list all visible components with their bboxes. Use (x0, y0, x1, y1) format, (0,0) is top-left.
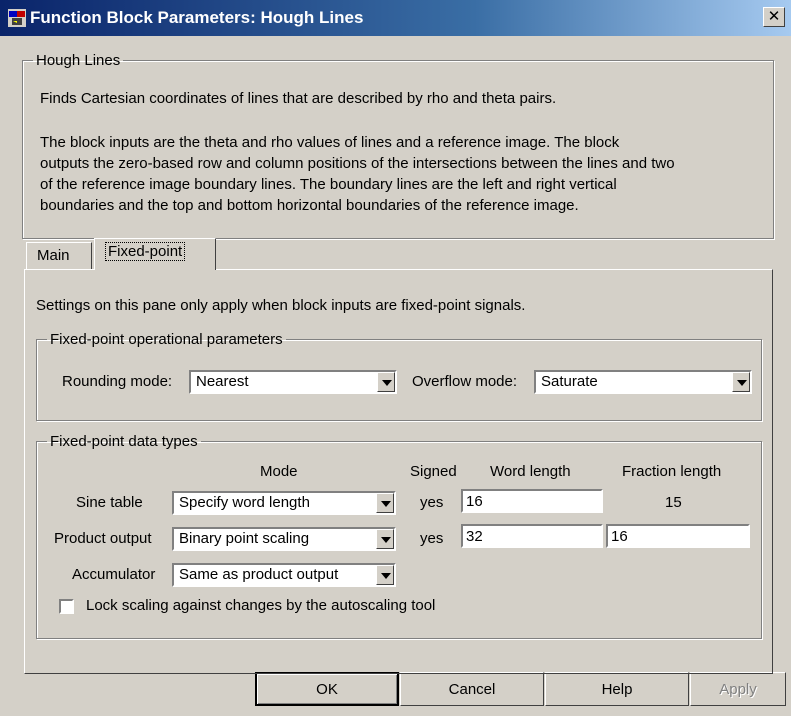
data-types-label: Fixed-point data types (50, 433, 198, 450)
sine-table-mode-value: Specify word length (179, 494, 310, 511)
sine-table-signed: yes (420, 494, 444, 511)
tab-fixed-point-label: Fixed-point (105, 242, 186, 261)
chevron-down-icon (377, 372, 395, 392)
chevron-down-icon (732, 372, 750, 392)
tab-main-label: Main (37, 247, 70, 264)
header-mode: Mode (260, 463, 298, 480)
close-button[interactable]: ✕ (763, 7, 785, 27)
lock-scaling-label: Lock scaling against changes by the auto… (86, 597, 436, 614)
description-line: The block inputs are the theta and rho v… (40, 134, 620, 151)
description-detail: The block inputs are the theta and rho v… (40, 132, 675, 216)
product-output-signed: yes (420, 530, 444, 547)
sine-table-word-length-input[interactable] (461, 489, 603, 513)
accumulator-mode-select[interactable]: Same as product output (172, 563, 396, 587)
accumulator-mode-value: Same as product output (179, 566, 339, 583)
rounding-mode-select[interactable]: Nearest (189, 370, 397, 394)
header-fraction-length: Fraction length (622, 463, 722, 480)
description-line: of the reference image boundary lines. T… (40, 176, 617, 193)
apply-button[interactable]: Apply (690, 672, 786, 706)
sine-table-fraction-length: 15 (665, 494, 682, 511)
sine-table-label: Sine table (76, 494, 143, 511)
chevron-down-icon (376, 565, 394, 585)
simulink-block-icon (8, 9, 26, 27)
description-line: boundaries and the top and bottom horizo… (40, 197, 579, 214)
ok-button[interactable]: OK (255, 672, 399, 706)
title-bar: Function Block Parameters: Hough Lines ✕ (0, 0, 791, 36)
fixed-point-note: Settings on this pane only apply when bl… (36, 297, 526, 314)
product-output-mode-value: Binary point scaling (179, 530, 310, 547)
tab-main[interactable]: Main (26, 242, 92, 270)
description-line: outputs the zero-based row and column po… (40, 155, 675, 172)
chevron-down-icon (376, 493, 394, 513)
accumulator-label: Accumulator (72, 566, 156, 583)
window-title: Function Block Parameters: Hough Lines (30, 8, 364, 27)
overflow-mode-label: Overflow mode: (412, 373, 518, 390)
description-group-label: Hough Lines (36, 52, 121, 69)
operational-parameters-label: Fixed-point operational parameters (50, 331, 283, 348)
cancel-button[interactable]: Cancel (400, 672, 544, 706)
description-summary: Finds Cartesian coordinates of lines tha… (40, 90, 557, 107)
close-icon: ✕ (767, 8, 781, 25)
tab-fixed-point[interactable]: Fixed-point (94, 238, 216, 270)
chevron-down-icon (376, 529, 394, 549)
header-signed: Signed (410, 463, 457, 480)
lock-scaling-checkbox[interactable] (59, 599, 74, 614)
overflow-mode-value: Saturate (541, 373, 598, 390)
overflow-mode-select[interactable]: Saturate (534, 370, 752, 394)
product-output-fraction-length-input[interactable] (606, 524, 750, 548)
rounding-mode-label: Rounding mode: (62, 373, 173, 390)
product-output-label: Product output (54, 530, 152, 547)
product-output-word-length-input[interactable] (461, 524, 603, 548)
rounding-mode-value: Nearest (196, 373, 249, 390)
header-word-length: Word length (490, 463, 571, 480)
help-button[interactable]: Help (545, 672, 689, 706)
product-output-mode-select[interactable]: Binary point scaling (172, 527, 396, 551)
sine-table-mode-select[interactable]: Specify word length (172, 491, 396, 515)
